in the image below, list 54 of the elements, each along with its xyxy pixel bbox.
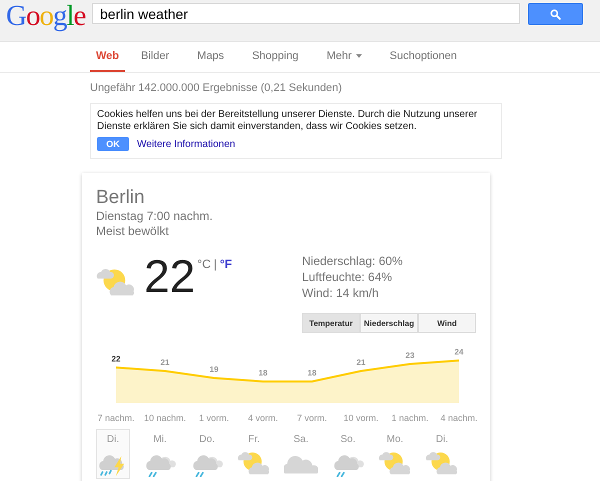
sun-cloud-icon xyxy=(237,449,271,477)
location-title: Berlin xyxy=(96,187,146,209)
value-label: 21 xyxy=(160,358,170,367)
value-label: 18 xyxy=(308,368,316,378)
sun-cloud-icon xyxy=(425,449,459,477)
day-tile[interactable]: Mo. xyxy=(378,429,412,479)
day-tile[interactable]: Di. xyxy=(96,429,130,479)
value-label: 18 xyxy=(258,368,268,378)
day-tile[interactable]: So. xyxy=(331,429,365,479)
fahrenheit-link[interactable]: °F xyxy=(220,257,232,271)
search-button[interactable] xyxy=(528,3,583,25)
day-tile[interactable]: Sa. xyxy=(284,429,318,479)
time-label: 10 vorm. xyxy=(344,413,378,423)
day-tile[interactable]: Mi. xyxy=(143,429,177,479)
value-label: 24 xyxy=(454,348,464,356)
weather-time: Dienstag 7:00 nachm. xyxy=(96,209,214,224)
temperature: 22 xyxy=(144,251,196,301)
search-field[interactable]: berlin weather xyxy=(92,3,520,24)
weather-detail: Wind: 14 km/h xyxy=(302,285,380,301)
time-label: 7 vorm. xyxy=(297,413,327,423)
weather-detail: Niederschlag: 60% xyxy=(302,253,404,269)
nav-tab[interactable]: Mehr xyxy=(314,42,374,72)
nav-tab[interactable]: Web xyxy=(90,42,126,72)
time-label: 1 vorm. xyxy=(199,413,229,423)
chart-tab[interactable]: Niederschlag xyxy=(360,313,418,333)
ok-button[interactable]: OK xyxy=(97,137,129,151)
nav-tab[interactable]: Suchoptionen xyxy=(378,42,469,72)
day-tile[interactable]: Do. xyxy=(190,429,224,479)
value-label: 21 xyxy=(356,358,366,367)
celsius-unit: °C xyxy=(197,257,211,271)
value-label: 23 xyxy=(406,351,414,360)
nav-tab[interactable]: Shopping xyxy=(240,42,311,72)
time-label: 10 nachm. xyxy=(144,413,186,423)
unit-separator: | xyxy=(214,257,217,271)
time-label: 4 nachm. xyxy=(440,413,478,423)
more-info-link[interactable]: Weitere Informationen xyxy=(137,138,236,150)
search-icon xyxy=(550,8,561,20)
sun-cloud-icon xyxy=(378,449,412,477)
day-tile[interactable]: Fr. xyxy=(237,429,271,479)
time-label: 7 nachm. xyxy=(97,413,135,423)
time-label: 1 nachm. xyxy=(391,413,429,423)
value-label: 19 xyxy=(210,365,218,374)
weather-condition: Meist bewölkt xyxy=(96,224,170,239)
day-tile[interactable]: Di. xyxy=(425,429,459,479)
cookie-text: Cookies helfen uns bei der Bereitstellung unserer Dienste. Durch die Nutzung unserer Dienste erklären Sie sich damit einverstanden, dass wir Cookies setzen. xyxy=(97,109,478,133)
value-label: 22 xyxy=(112,354,120,364)
google-logo[interactable]: Google xyxy=(6,3,84,29)
chart-tab[interactable]: Wind xyxy=(418,313,476,333)
weather-detail: Luftfeuchte: 64% xyxy=(302,269,394,285)
time-label: 4 vorm. xyxy=(248,413,278,423)
nav-tab[interactable]: Maps xyxy=(185,42,236,72)
result-stats: Ungefähr 142.000.000 Ergebnisse (0,21 Sekunden) xyxy=(90,82,343,95)
nav-tab[interactable]: Bilder xyxy=(129,42,182,72)
chart-tab[interactable]: Temperatur xyxy=(302,313,360,333)
